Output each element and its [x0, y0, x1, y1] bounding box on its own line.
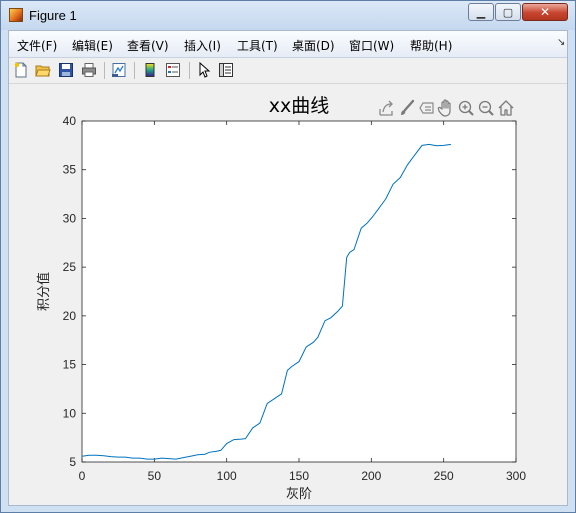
property-inspector-icon[interactable] — [217, 61, 235, 79]
print-icon[interactable] — [80, 61, 98, 79]
close-button[interactable]: ✕ — [522, 3, 568, 21]
insert-legend-icon[interactable] — [164, 61, 182, 79]
insert-colorbar-icon[interactable] — [141, 61, 159, 79]
save-icon[interactable] — [57, 61, 75, 79]
figure-window: Figure 1 ▁ ▢ ✕ 文件(F) 编辑(E) 查看(V) 插入(I) 工… — [0, 0, 576, 513]
new-figure-icon[interactable] — [12, 61, 30, 79]
y-tick-label: 20 — [63, 309, 77, 323]
figure-client-area: 文件(F) 编辑(E) 查看(V) 插入(I) 工具(T) 桌面(D) 窗口(W… — [8, 30, 568, 506]
x-axis-label: 灰阶 — [286, 487, 312, 502]
select-arrow-icon[interactable] — [195, 61, 213, 79]
menu-tools[interactable]: 工具(T) — [237, 37, 278, 54]
menu-bar: 文件(F) 编辑(E) 查看(V) 插入(I) 工具(T) 桌面(D) 窗口(W… — [9, 31, 567, 58]
figure-canvas: 0 50 100 150 200 250 300 5 10 15 20 25 30 35 40 xx曲线 灰… — [9, 84, 567, 505]
x-tick-label: 100 — [217, 469, 237, 483]
open-file-icon[interactable] — [34, 61, 52, 79]
brush-icon[interactable] — [401, 99, 415, 115]
menu-view[interactable]: 查看(V) — [127, 37, 169, 54]
y-tick-label: 5 — [69, 455, 76, 469]
toolbar-separator — [104, 62, 105, 79]
chart-title: xx曲线 — [269, 95, 330, 117]
toolbar-separator — [134, 62, 135, 79]
minimize-button[interactable]: ▁ — [468, 3, 494, 21]
y-tick-label: 40 — [63, 114, 77, 128]
menu-help[interactable]: 帮助(H) — [410, 37, 452, 54]
menu-file[interactable]: 文件(F) — [17, 37, 57, 54]
menu-edit[interactable]: 编辑(E) — [72, 37, 113, 54]
pan-icon[interactable] — [437, 99, 451, 117]
x-tick-label: 300 — [506, 469, 526, 483]
window-title: Figure 1 — [29, 8, 77, 23]
y-tick-label: 30 — [63, 211, 77, 225]
menu-desktop[interactable]: 桌面(D) — [292, 37, 335, 54]
data-tips-icon[interactable] — [419, 102, 434, 114]
x-tick-label: 150 — [289, 469, 309, 483]
figure-toolbar — [9, 58, 567, 84]
y-tick-label: 35 — [63, 163, 77, 177]
zoom-in-icon[interactable] — [458, 100, 474, 116]
y-tick-label: 25 — [63, 260, 77, 274]
dock-arrow-icon[interactable]: ↘ — [557, 37, 565, 48]
line-chart[interactable]: 0 50 100 150 200 250 300 5 10 15 20 25 30 35 40 xx曲线 灰… — [9, 84, 567, 505]
y-tick-label: 15 — [63, 358, 77, 372]
toolbar-separator — [189, 62, 190, 79]
x-tick-label: 50 — [148, 469, 162, 483]
menu-window[interactable]: 窗口(W) — [349, 37, 394, 54]
x-tick-label: 250 — [434, 469, 454, 483]
menu-insert[interactable]: 插入(I) — [184, 37, 221, 54]
title-bar[interactable]: Figure 1 ▁ ▢ ✕ — [1, 1, 575, 30]
matlab-app-icon — [9, 8, 23, 22]
export-icon[interactable] — [379, 100, 393, 116]
link-plot-icon[interactable] — [110, 61, 128, 79]
x-tick-label: 0 — [79, 469, 86, 483]
x-tick-label: 200 — [361, 469, 381, 483]
home-icon[interactable] — [498, 100, 514, 116]
axes-background — [81, 120, 517, 463]
y-axis-label: 积分值 — [36, 272, 52, 311]
axes-toolbar — [379, 99, 514, 117]
y-tick-label: 10 — [63, 406, 77, 420]
maximize-button[interactable]: ▢ — [495, 3, 521, 21]
zoom-out-icon[interactable] — [478, 100, 494, 116]
